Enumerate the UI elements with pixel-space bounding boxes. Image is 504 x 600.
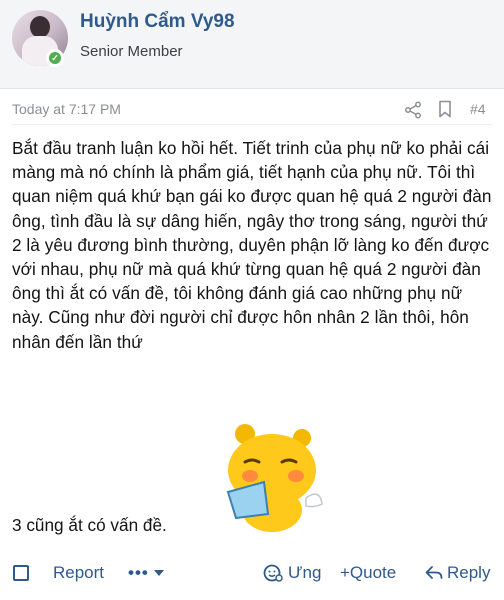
emoji-sticker bbox=[210, 418, 328, 536]
quote-button[interactable]: +Quote bbox=[340, 557, 396, 589]
username[interactable]: Huỳnh Cẩm Vy98 bbox=[80, 11, 235, 33]
post-body-tail: 3 cũng ắt có vấn đề. bbox=[12, 515, 167, 535]
post-header: ✓ Huỳnh Cẩm Vy98 Senior Member bbox=[0, 0, 504, 89]
bookmark-icon[interactable] bbox=[438, 100, 452, 118]
more-button[interactable]: ••• bbox=[128, 557, 165, 589]
quote-label: +Quote bbox=[340, 563, 397, 582]
post-actions: Report ••• Ưng +Quote Reply bbox=[0, 557, 504, 589]
post-body: Bắt đầu tranh luận ko hồi hết. Tiết trin… bbox=[12, 138, 492, 352]
report-button[interactable]: Report bbox=[53, 557, 104, 589]
report-label: Report bbox=[53, 563, 105, 582]
reaction-icon bbox=[263, 564, 283, 582]
reply-button[interactable]: Reply bbox=[425, 557, 490, 589]
more-label: ••• bbox=[128, 563, 149, 582]
reply-label: Reply bbox=[447, 563, 491, 582]
like-button[interactable]: Ưng bbox=[263, 557, 321, 589]
divider bbox=[12, 124, 492, 125]
like-label: Ưng bbox=[288, 563, 322, 582]
post-content: Bắt đầu tranh luận ko hồi hết. Tiết trin… bbox=[12, 136, 496, 354]
post-timestamp[interactable]: Today at 7:17 PM bbox=[12, 101, 121, 117]
user-title: Senior Member bbox=[80, 43, 183, 60]
reply-icon bbox=[425, 566, 443, 579]
chevron-down-icon bbox=[153, 570, 164, 576]
share-icon[interactable] bbox=[404, 101, 422, 119]
avatar-head bbox=[30, 16, 50, 38]
online-status-icon: ✓ bbox=[46, 49, 64, 67]
post-number[interactable]: #4 bbox=[470, 101, 486, 117]
